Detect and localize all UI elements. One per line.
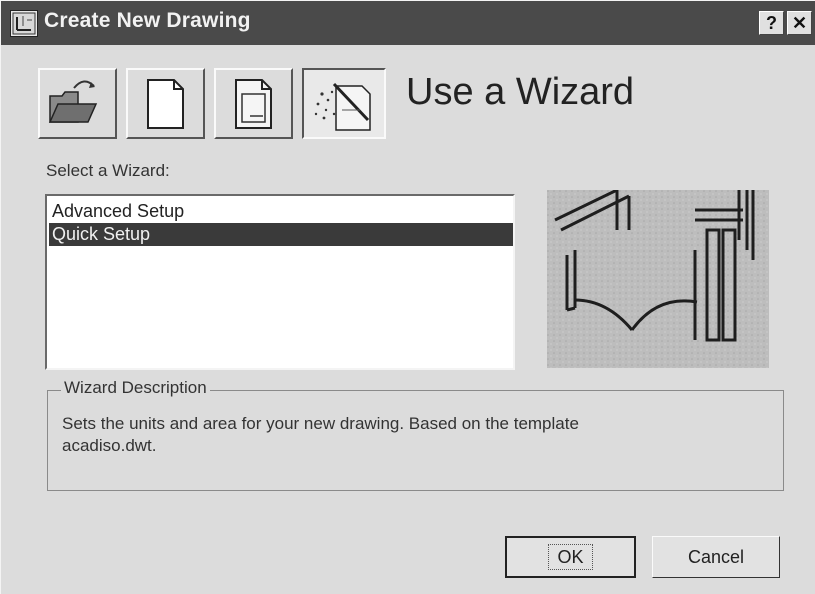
autocad-app-icon	[10, 10, 38, 37]
window-title: Create New Drawing	[44, 9, 251, 32]
mode-heading: Use a Wizard	[406, 71, 635, 113]
wizard-description-text: Sets the units and area for your new dra…	[62, 414, 579, 455]
ok-button[interactable]: OK	[505, 536, 636, 578]
use-wizard-button[interactable]	[302, 68, 386, 139]
cancel-button[interactable]: Cancel	[652, 536, 780, 578]
wizard-preview-image	[547, 190, 769, 368]
open-folder-icon	[48, 80, 98, 123]
open-drawing-button[interactable]	[38, 68, 117, 139]
ok-button-label: OK	[548, 544, 593, 570]
blank-page-icon	[147, 79, 184, 129]
select-wizard-label: Select a Wizard:	[46, 161, 170, 180]
wizard-item-quick-setup[interactable]: Quick Setup	[49, 223, 513, 246]
wizard-list[interactable]: Advanced Setup Quick Setup	[45, 194, 515, 370]
template-page-icon	[235, 79, 272, 129]
help-button[interactable]: ?	[759, 11, 784, 35]
title-bar[interactable]: Create New Drawing ? ✕	[1, 1, 815, 45]
wizard-wand-icon	[314, 82, 371, 131]
create-new-drawing-dialog: Create New Drawing ? ✕ Use a Wizard Sele…	[0, 0, 815, 594]
use-template-button[interactable]	[214, 68, 293, 139]
wizard-description-legend: Wizard Description	[61, 378, 210, 398]
start-from-scratch-button[interactable]	[126, 68, 205, 139]
close-button[interactable]: ✕	[787, 11, 812, 35]
wizard-item-advanced-setup[interactable]: Advanced Setup	[49, 200, 513, 223]
